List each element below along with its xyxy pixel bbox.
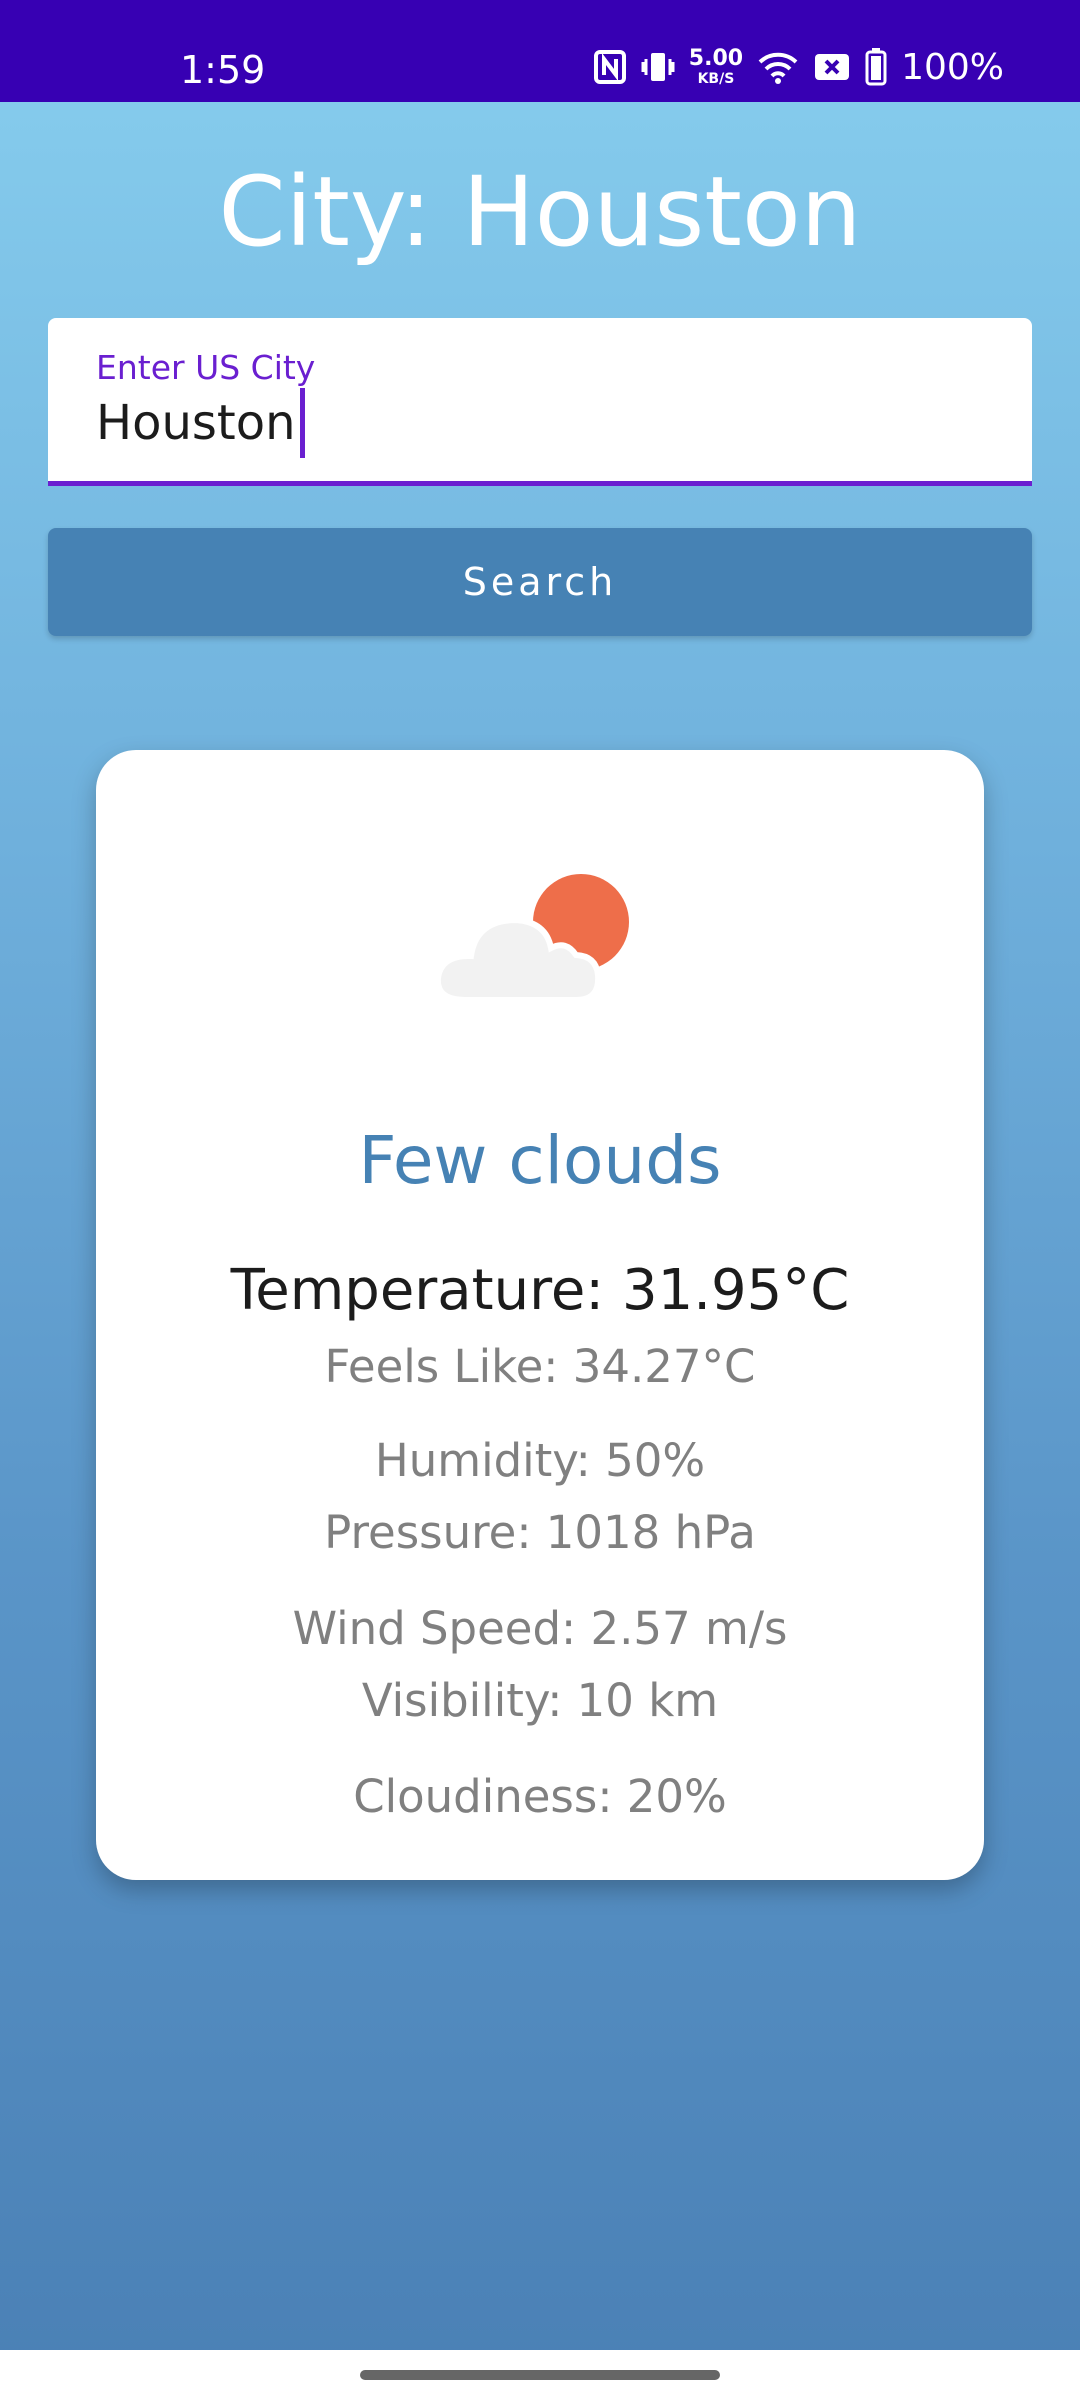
home-indicator[interactable] xyxy=(360,2370,720,2380)
wifi-icon xyxy=(757,50,799,84)
city-input-field[interactable]: Enter US City Houston xyxy=(48,318,1032,486)
nfc-icon xyxy=(593,49,627,85)
temperature: Temperature: 31.95°C xyxy=(230,1258,850,1323)
weather-card: Few clouds Temperature: 31.95°C Feels Li… xyxy=(96,750,984,1880)
city-input-value: Houston xyxy=(96,395,296,451)
network-speed-value: 5.00 xyxy=(688,46,744,71)
city-input[interactable]: Houston xyxy=(96,388,305,458)
status-icons: 5.00 KB/S 100% xyxy=(593,44,1004,90)
weather-condition: Few clouds xyxy=(358,1122,722,1199)
status-bar: 1:59 5.00 KB/S 100% xyxy=(0,0,1080,102)
page-title: City: Houston xyxy=(218,156,862,268)
feels-like: Feels Like: 34.27°C xyxy=(324,1340,756,1393)
pressure: Pressure: 1018 hPa xyxy=(324,1506,756,1559)
few-clouds-day-icon xyxy=(434,870,646,1020)
status-time: 1:59 xyxy=(180,48,266,92)
text-cursor xyxy=(299,388,305,458)
cloudiness: Cloudiness: 20% xyxy=(353,1770,727,1823)
humidity: Humidity: 50% xyxy=(374,1434,706,1487)
search-button[interactable]: Search xyxy=(48,528,1032,636)
no-sim-icon xyxy=(813,52,851,82)
battery-icon xyxy=(865,48,887,86)
visibility: Visibility: 10 km xyxy=(361,1674,719,1727)
vibrate-icon xyxy=(641,49,675,85)
battery-percent: 100% xyxy=(901,46,1004,88)
wind-speed: Wind Speed: 2.57 m/s xyxy=(292,1602,788,1655)
navigation-bar xyxy=(0,2350,1080,2400)
city-input-label: Enter US City xyxy=(96,348,316,387)
network-speed-unit: KB/S xyxy=(697,71,735,87)
network-speed: 5.00 KB/S xyxy=(688,46,744,87)
